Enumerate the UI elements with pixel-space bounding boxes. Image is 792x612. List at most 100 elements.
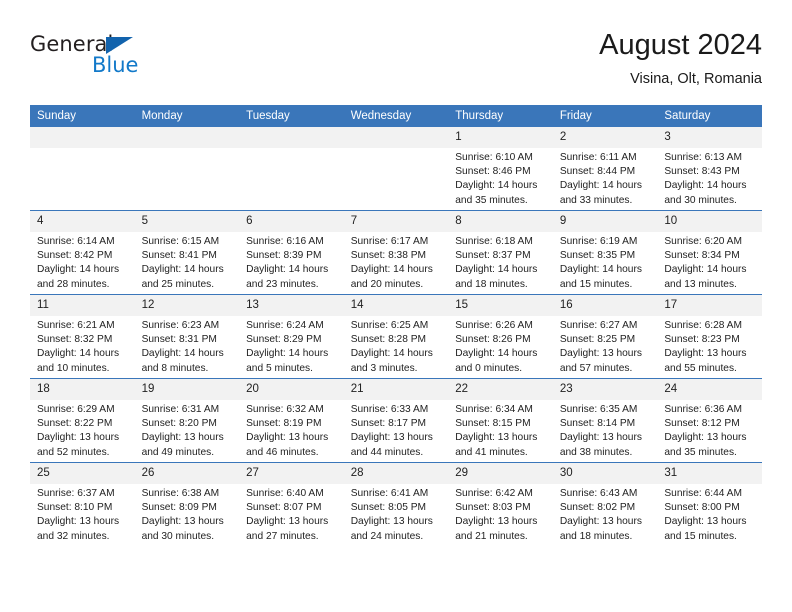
calendar-cell-day-17[interactable]: 17 Sunrise: 6:28 AM Sunset: 8:23 PM Dayligh… xyxy=(657,294,762,379)
daylight-duration-line1: Daylight: 14 hours xyxy=(37,264,120,276)
weekday-header-thursday: Thursday xyxy=(448,105,553,127)
daylight-duration-line2: and 57 minutes. xyxy=(559,362,633,374)
calendar-cell-day-18[interactable]: 18 Sunrise: 6:29 AM Sunset: 8:22 PM Dayligh… xyxy=(30,378,135,463)
sunrise-time: Sunrise: 6:29 AM xyxy=(37,404,115,415)
sunrise-time: Sunrise: 6:42 AM xyxy=(455,488,533,499)
calendar-cell-day-5[interactable]: 5 Sunrise: 6:15 AM Sunset: 8:41 PM Daylight… xyxy=(134,210,240,295)
calendar-cell-day-26[interactable]: 26 Sunrise: 6:38 AM Sunset: 8:09 PM Dayligh… xyxy=(134,462,240,546)
calendar-cell-day-24[interactable]: 24 Sunrise: 6:36 AM Sunset: 8:12 PM Dayligh… xyxy=(657,378,762,463)
sunrise-time: Sunrise: 6:11 AM xyxy=(559,152,637,163)
sunrise-time: Sunrise: 6:28 AM xyxy=(664,320,742,331)
location-subtitle: Visina, Olt, Romania xyxy=(630,71,762,87)
daylight-duration-line2: and 5 minutes. xyxy=(246,362,313,374)
calendar-cell-day-30[interactable]: 30 Sunrise: 6:43 AM Sunset: 8:02 PM Dayligh… xyxy=(552,462,658,546)
calendar-cell-day-9[interactable]: 9 Sunrise: 6:19 AM Sunset: 8:35 PM Daylight… xyxy=(552,210,658,295)
calendar-cell-day-6[interactable]: 6 Sunrise: 6:16 AM Sunset: 8:39 PM Daylight… xyxy=(239,210,344,295)
calendar-cell-day-2[interactable]: 2 Sunrise: 6:11 AM Sunset: 8:44 PM Daylight… xyxy=(552,127,658,211)
calendar-cell-day-31[interactable]: 31 Sunrise: 6:44 AM Sunset: 8:00 PM Dayligh… xyxy=(657,462,762,546)
calendar-cell-day-27[interactable]: 27 Sunrise: 6:40 AM Sunset: 8:07 PM Dayligh… xyxy=(239,462,344,546)
sunset-time: Sunset: 8:17 PM xyxy=(350,418,427,430)
calendar-cell-day-13[interactable]: 13 Sunrise: 6:24 AM Sunset: 8:29 PM Dayligh… xyxy=(239,294,344,379)
day-number: 2 xyxy=(552,127,658,148)
sunrise-time: Sunrise: 6:14 AM xyxy=(37,236,115,247)
calendar-cell-day-15[interactable]: 15 Sunrise: 6:26 AM Sunset: 8:26 PM Dayligh… xyxy=(448,294,553,379)
day-details: Sunrise: 6:15 AM Sunset: 8:41 PM Daylight:… xyxy=(135,232,240,292)
daylight-duration-line2: and 18 minutes. xyxy=(455,278,528,290)
calendar-cell-day-25[interactable]: 25 Sunrise: 6:37 AM Sunset: 8:10 PM Dayligh… xyxy=(30,462,135,546)
daylight-duration-line1: Daylight: 13 hours xyxy=(37,516,120,528)
daylight-duration-line2: and 24 minutes. xyxy=(350,530,424,542)
day-details: Sunrise: 6:20 AM Sunset: 8:34 PM Daylight:… xyxy=(657,232,762,292)
daylight-duration-line1: Daylight: 13 hours xyxy=(350,516,433,528)
day-number: 4 xyxy=(30,211,135,232)
day-details: Sunrise: 6:19 AM Sunset: 8:35 PM Daylight:… xyxy=(553,232,658,292)
calendar-cell-day-23[interactable]: 23 Sunrise: 6:35 AM Sunset: 8:14 PM Dayligh… xyxy=(552,378,658,463)
calendar-week-row: 25 Sunrise: 6:37 AM Sunset: 8:10 PM Dayligh… xyxy=(30,462,762,546)
logo-triangle-icon xyxy=(106,37,133,54)
day-number: 6 xyxy=(239,211,344,232)
general-blue-logo[interactable]: General Blue xyxy=(30,32,230,88)
sunrise-time: Sunrise: 6:27 AM xyxy=(559,320,638,331)
day-details: Sunrise: 6:26 AM Sunset: 8:26 PM Daylight:… xyxy=(448,316,553,376)
daylight-duration-line1: Daylight: 13 hours xyxy=(664,432,747,444)
calendar-cell-day-7[interactable]: 7 Sunrise: 6:17 AM Sunset: 8:38 PM Daylight… xyxy=(343,210,449,295)
day-number: 9 xyxy=(552,211,658,232)
calendar-cell-day-28[interactable]: 28 Sunrise: 6:41 AM Sunset: 8:05 PM Dayligh… xyxy=(343,462,449,546)
day-number: 11 xyxy=(30,295,135,316)
weekday-header-wednesday: Wednesday xyxy=(343,105,449,127)
sunrise-time: Sunrise: 6:43 AM xyxy=(559,488,638,499)
calendar-cell-day-8[interactable]: 8 Sunrise: 6:18 AM Sunset: 8:37 PM Daylight… xyxy=(448,210,553,295)
daylight-duration-line1: Daylight: 14 hours xyxy=(664,264,747,276)
calendar-cell-day-12[interactable]: 12 Sunrise: 6:23 AM Sunset: 8:31 PM Dayligh… xyxy=(134,294,240,379)
day-details: Sunrise: 6:29 AM Sunset: 8:22 PM Daylight:… xyxy=(30,400,135,460)
calendar-page: General Blue August 2024 Visina, Olt, Ro… xyxy=(0,0,792,612)
day-number: 14 xyxy=(343,295,449,316)
daylight-duration-line2: and 28 minutes. xyxy=(37,278,110,290)
calendar-cell-day-22[interactable]: 22 Sunrise: 6:34 AM Sunset: 8:15 PM Dayligh… xyxy=(448,378,553,463)
day-number: 3 xyxy=(657,127,762,148)
calendar-cell-day-10[interactable]: 10 Sunrise: 6:20 AM Sunset: 8:34 PM Dayligh… xyxy=(657,210,762,295)
daylight-duration-line1: Daylight: 14 hours xyxy=(664,180,747,192)
day-number xyxy=(343,127,449,148)
daylight-duration-line1: Daylight: 14 hours xyxy=(455,180,538,192)
sunset-time: Sunset: 8:07 PM xyxy=(246,502,322,514)
day-number: 20 xyxy=(239,379,344,400)
calendar-cell-day-21[interactable]: 21 Sunrise: 6:33 AM Sunset: 8:17 PM Dayligh… xyxy=(343,378,449,463)
sunset-time: Sunset: 8:25 PM xyxy=(559,334,636,346)
sunset-time: Sunset: 8:32 PM xyxy=(37,334,113,346)
day-details: Sunrise: 6:34 AM Sunset: 8:15 PM Daylight:… xyxy=(448,400,553,460)
page-header: General Blue August 2024 Visina, Olt, Ro… xyxy=(30,28,762,96)
sunrise-time: Sunrise: 6:32 AM xyxy=(246,404,324,415)
sunset-time: Sunset: 8:42 PM xyxy=(37,250,113,262)
sunrise-time: Sunrise: 6:34 AM xyxy=(455,404,533,415)
daylight-duration-line2: and 25 minutes. xyxy=(141,278,215,290)
calendar-cell-day-1[interactable]: 1 Sunrise: 6:10 AM Sunset: 8:46 PM Daylight… xyxy=(448,127,553,211)
calendar-cell-day-29[interactable]: 29 Sunrise: 6:42 AM Sunset: 8:03 PM Dayligh… xyxy=(448,462,553,546)
calendar-cell-day-14[interactable]: 14 Sunrise: 6:25 AM Sunset: 8:28 PM Dayligh… xyxy=(343,294,449,379)
daylight-duration-line1: Daylight: 13 hours xyxy=(37,432,120,444)
calendar-cell-day-3[interactable]: 3 Sunrise: 6:13 AM Sunset: 8:43 PM Daylight… xyxy=(657,127,762,211)
day-number: 10 xyxy=(657,211,762,232)
day-number xyxy=(239,127,344,148)
day-number xyxy=(134,127,240,148)
day-number: 28 xyxy=(343,463,449,484)
sunset-time: Sunset: 8:14 PM xyxy=(559,418,636,430)
calendar-cell-day-19[interactable]: 19 Sunrise: 6:31 AM Sunset: 8:20 PM Dayligh… xyxy=(134,378,240,463)
calendar-cell-day-20[interactable]: 20 Sunrise: 6:32 AM Sunset: 8:19 PM Dayligh… xyxy=(239,378,344,463)
calendar-cell-day-11[interactable]: 11 Sunrise: 6:21 AM Sunset: 8:32 PM Dayligh… xyxy=(30,294,135,379)
sunrise-time: Sunrise: 6:24 AM xyxy=(246,320,324,331)
daylight-duration-line1: Daylight: 13 hours xyxy=(559,516,642,528)
calendar-cell-day-16[interactable]: 16 Sunrise: 6:27 AM Sunset: 8:25 PM Dayligh… xyxy=(552,294,658,379)
sunset-time: Sunset: 8:39 PM xyxy=(246,250,322,262)
day-number: 5 xyxy=(134,211,240,232)
daylight-duration-line2: and 35 minutes. xyxy=(455,194,528,206)
daylight-duration-line1: Daylight: 13 hours xyxy=(559,348,642,360)
calendar-cell-day-4[interactable]: 4 Sunrise: 6:14 AM Sunset: 8:42 PM Daylight… xyxy=(30,210,135,295)
daylight-duration-line1: Daylight: 13 hours xyxy=(559,432,642,444)
day-details: Sunrise: 6:17 AM Sunset: 8:38 PM Daylight:… xyxy=(344,232,449,292)
sunset-time: Sunset: 8:43 PM xyxy=(664,166,740,178)
daylight-duration-line2: and 3 minutes. xyxy=(350,362,418,374)
title-block: August 2024 Visina, Olt, Romania xyxy=(599,28,762,89)
sunset-time: Sunset: 8:19 PM xyxy=(246,418,322,430)
day-number: 27 xyxy=(239,463,344,484)
